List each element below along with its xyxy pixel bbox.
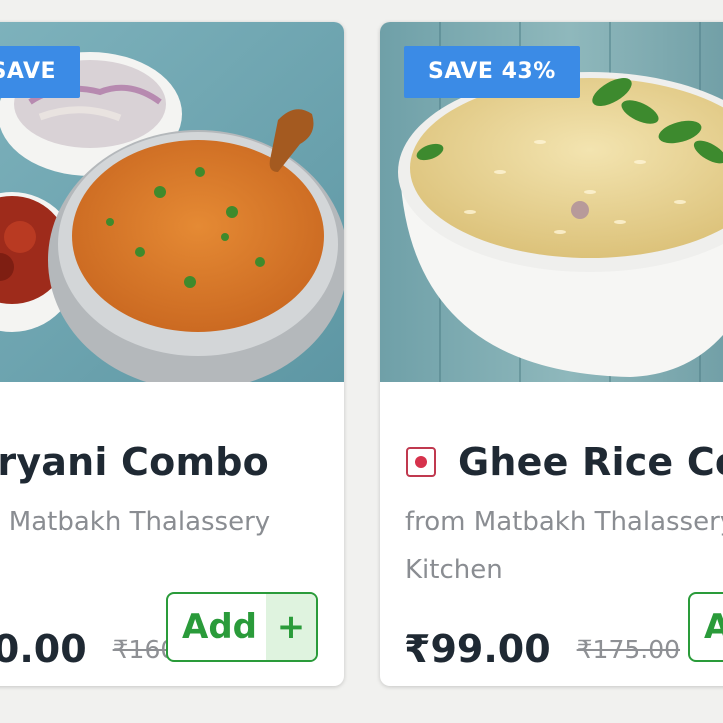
add-button-label: Add xyxy=(182,607,257,647)
product-carousel: SAVE 48% Biryani Combo from Matbakh Thal… xyxy=(0,0,723,723)
plus-icon: + xyxy=(266,594,316,660)
save-badge: SAVE 43% xyxy=(404,46,580,98)
add-to-cart-button[interactable]: Add + xyxy=(166,592,318,662)
product-price: ₹80.00 xyxy=(0,627,87,671)
non-veg-indicator-icon xyxy=(406,447,436,477)
product-title[interactable]: Ghee Rice Combo xyxy=(458,440,723,484)
price-row: ₹99.00 ₹175.00 xyxy=(404,614,680,684)
product-title-row: Biryani Combo xyxy=(0,434,269,490)
add-to-cart-button[interactable]: Add + xyxy=(688,592,723,662)
product-title-row: Ghee Rice Combo xyxy=(406,434,723,490)
product-card-ghee-rice-combo[interactable]: SAVE 43% Ghee Rice Combo from Matbakh Th… xyxy=(380,22,723,686)
product-vendor: from Matbakh Thalassery Kitchen xyxy=(405,507,723,585)
product-card-biryani-combo[interactable]: SAVE 48% Biryani Combo from Matbakh Thal… xyxy=(0,22,344,686)
add-button-label: Add xyxy=(690,594,723,660)
original-price: ₹175.00 xyxy=(576,634,681,664)
product-price: ₹99.00 xyxy=(404,627,551,671)
product-vendor: from Matbakh Thalassery xyxy=(0,507,271,537)
product-title[interactable]: Biryani Combo xyxy=(0,440,269,484)
save-badge: SAVE 48% xyxy=(0,46,80,98)
